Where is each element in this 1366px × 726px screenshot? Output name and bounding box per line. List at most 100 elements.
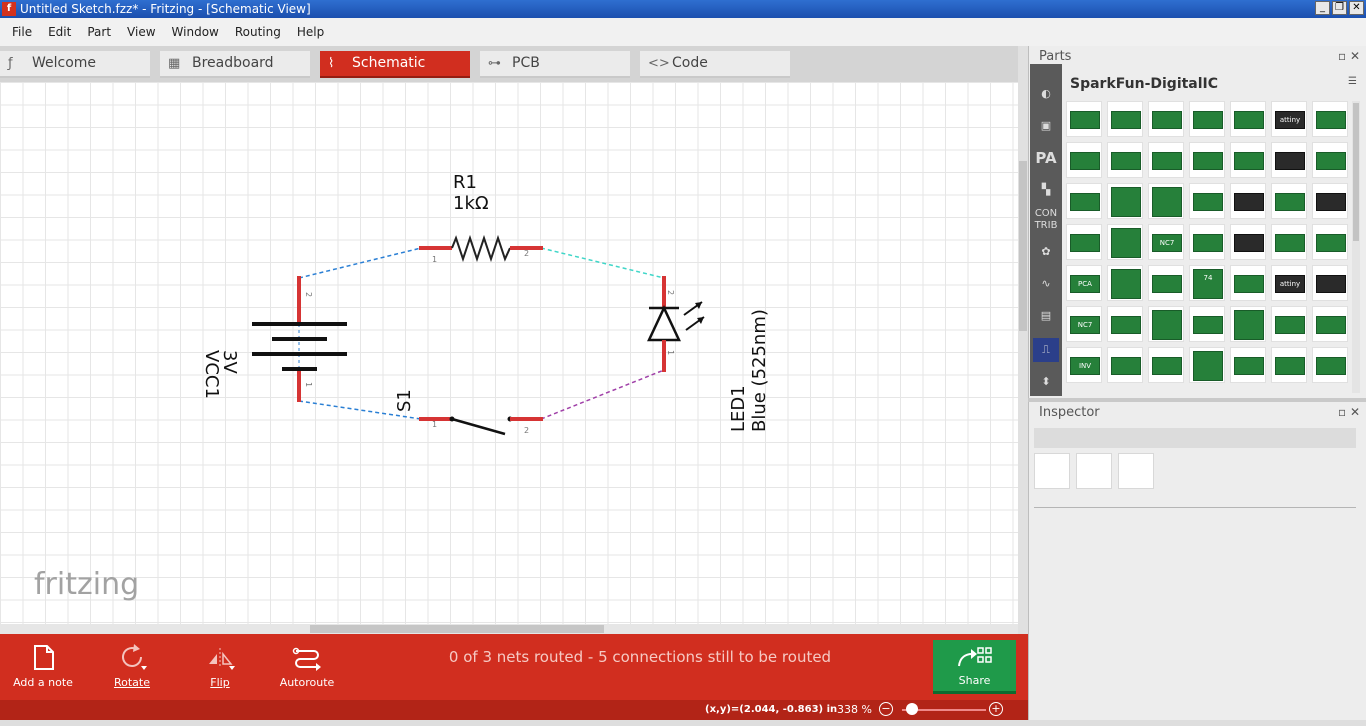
part-item[interactable] <box>1107 183 1143 219</box>
part-item[interactable] <box>1312 183 1348 219</box>
part-item[interactable] <box>1230 183 1266 219</box>
part-item[interactable] <box>1312 101 1348 137</box>
part-item[interactable] <box>1312 347 1348 383</box>
menu-help[interactable]: Help <box>289 25 332 39</box>
part-item[interactable] <box>1312 142 1348 178</box>
part-item[interactable] <box>1189 347 1225 383</box>
close-panel-icon[interactable]: ✕ <box>1350 405 1360 419</box>
part-item[interactable] <box>1107 101 1143 137</box>
part-item[interactable] <box>1189 183 1225 219</box>
part-item[interactable] <box>1148 265 1184 301</box>
part-item[interactable]: INV <box>1066 347 1102 383</box>
part-item[interactable] <box>1230 347 1266 383</box>
restore-button[interactable]: ❐ <box>1332 1 1347 15</box>
panel-splitter[interactable] <box>1028 398 1366 402</box>
bin-contrib-icon[interactable]: CON TRIB <box>1033 208 1059 238</box>
part-item[interactable]: attiny <box>1271 265 1307 301</box>
bin-adafruit-icon[interactable]: ▤ <box>1033 304 1059 328</box>
zoom-in-button[interactable]: + <box>989 702 1003 716</box>
part-item[interactable] <box>1271 142 1307 178</box>
led-led1[interactable] <box>647 276 705 372</box>
bin-mine-icon[interactable]: ◐ <box>1033 82 1059 106</box>
part-item[interactable] <box>1066 183 1102 219</box>
close-button[interactable]: ✕ <box>1349 1 1364 15</box>
part-item[interactable] <box>1148 101 1184 137</box>
canvas-vertical-scrollbar[interactable] <box>1018 46 1028 634</box>
part-item[interactable] <box>1189 224 1225 260</box>
scroll-thumb[interactable] <box>1353 103 1359 241</box>
flip-button[interactable]: Flip <box>196 634 244 700</box>
part-item[interactable] <box>1271 347 1307 383</box>
bin-scroll-arrows-icon[interactable]: ⬍ <box>1033 370 1059 394</box>
part-item[interactable] <box>1107 224 1143 260</box>
part-item[interactable] <box>1066 142 1102 178</box>
part-item[interactable]: NC7 <box>1148 224 1184 260</box>
part-item[interactable] <box>1148 183 1184 219</box>
ratsnest-wire-battery-resistor[interactable] <box>298 247 422 279</box>
add-note-button[interactable]: Add a note <box>12 634 74 700</box>
bin-intel-icon[interactable]: ▚ <box>1033 178 1059 202</box>
minimize-button[interactable]: _ <box>1315 1 1330 15</box>
zoom-out-button[interactable]: − <box>879 702 893 716</box>
part-item[interactable] <box>1230 306 1266 342</box>
scroll-thumb[interactable] <box>310 625 604 633</box>
float-panel-icon[interactable]: ▫ <box>1338 405 1346 419</box>
part-item[interactable]: PCA <box>1066 265 1102 301</box>
zoom-slider-handle[interactable] <box>906 703 918 715</box>
tab-welcome[interactable]: ƒ Welcome <box>0 51 150 78</box>
part-item[interactable] <box>1312 265 1348 301</box>
part-item[interactable] <box>1271 224 1307 260</box>
bin-pa-icon[interactable]: PA <box>1033 146 1059 170</box>
part-item[interactable] <box>1189 142 1225 178</box>
part-item[interactable] <box>1148 142 1184 178</box>
part-item[interactable]: attiny <box>1271 101 1307 137</box>
part-item[interactable] <box>1107 265 1143 301</box>
menu-routing[interactable]: Routing <box>227 25 289 39</box>
part-item[interactable] <box>1230 142 1266 178</box>
menu-view[interactable]: View <box>119 25 163 39</box>
scroll-thumb[interactable] <box>1019 161 1027 331</box>
part-item[interactable] <box>1230 101 1266 137</box>
bin-core-icon[interactable] <box>1033 64 1059 74</box>
bin-sparkfun-icon[interactable]: ∿ <box>1033 272 1059 296</box>
canvas-horizontal-scrollbar[interactable] <box>0 624 1018 634</box>
close-panel-icon[interactable]: ✕ <box>1350 49 1360 63</box>
part-item[interactable] <box>1107 306 1143 342</box>
float-panel-icon[interactable]: ▫ <box>1338 49 1346 63</box>
menu-edit[interactable]: Edit <box>40 25 79 39</box>
part-item[interactable] <box>1189 101 1225 137</box>
part-item[interactable] <box>1107 142 1143 178</box>
part-item[interactable] <box>1271 183 1307 219</box>
part-item[interactable] <box>1271 306 1307 342</box>
parts-scrollbar[interactable] <box>1352 101 1360 393</box>
rotate-button[interactable]: Rotate <box>106 634 158 700</box>
tab-schematic[interactable]: ⌇ Schematic <box>320 51 470 78</box>
bin-arduino-icon[interactable]: ▣ <box>1033 114 1059 138</box>
schematic-canvas[interactable]: R1 1kΩ 1 2 VCC1 3V 2 1 S1 1 2 LED1 Blue … <box>0 82 1018 634</box>
part-item[interactable]: 74 <box>1189 265 1225 301</box>
part-item[interactable] <box>1107 347 1143 383</box>
menu-window[interactable]: Window <box>164 25 227 39</box>
part-item[interactable] <box>1230 224 1266 260</box>
ratsnest-wire-switch-led[interactable] <box>540 369 665 420</box>
menu-part[interactable]: Part <box>79 25 119 39</box>
bin-digital-ic-icon[interactable]: ⎍ <box>1033 338 1059 362</box>
tab-breadboard[interactable]: ▦ Breadboard <box>160 51 310 78</box>
share-button[interactable]: Share <box>933 640 1016 694</box>
part-item[interactable] <box>1148 347 1184 383</box>
bin-menu-icon[interactable]: ☰ <box>1348 76 1357 87</box>
part-item[interactable] <box>1148 306 1184 342</box>
part-item[interactable] <box>1230 265 1266 301</box>
part-item[interactable] <box>1312 306 1348 342</box>
part-item[interactable] <box>1189 306 1225 342</box>
autoroute-button[interactable]: Autoroute <box>276 634 338 700</box>
tab-code[interactable]: <> Code <box>640 51 790 78</box>
battery-vcc1[interactable] <box>252 276 347 402</box>
part-item[interactable] <box>1312 224 1348 260</box>
part-item[interactable] <box>1066 224 1102 260</box>
tab-pcb[interactable]: ⊶ PCB <box>480 51 630 78</box>
part-item[interactable]: NC7 <box>1066 306 1102 342</box>
ratsnest-wire-resistor-led[interactable] <box>540 247 665 279</box>
part-item[interactable] <box>1066 101 1102 137</box>
menu-file[interactable]: File <box>4 25 40 39</box>
